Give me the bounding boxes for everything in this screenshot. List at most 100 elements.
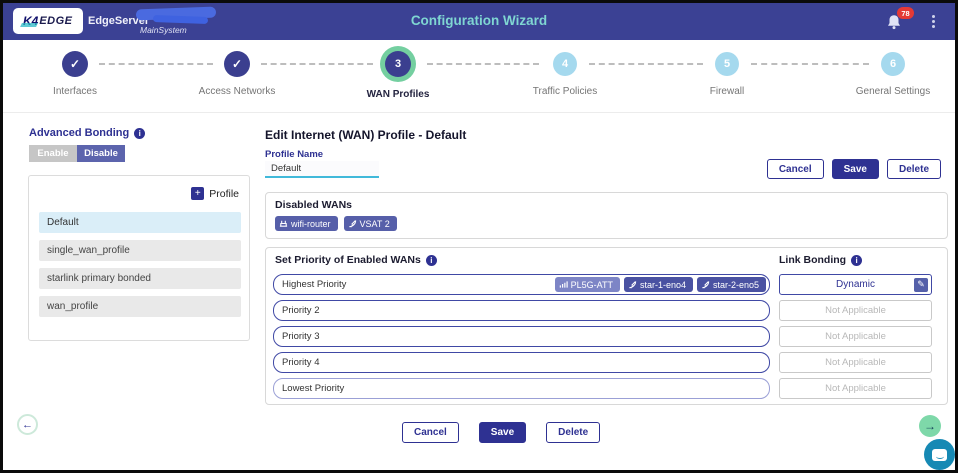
- link-bonding-value: Not Applicable: [825, 331, 886, 342]
- forward-arrow-button[interactable]: →: [919, 415, 941, 437]
- priority-row-label: Priority 2: [282, 305, 766, 316]
- save-button[interactable]: Save: [832, 159, 879, 179]
- satellite-icon: [628, 280, 637, 289]
- profile-item-starlink[interactable]: starlink primary bonded: [39, 268, 241, 289]
- chip-label: PL5G-ATT: [571, 280, 613, 290]
- chip-label: star-1-eno4: [640, 280, 686, 290]
- save-button-bottom[interactable]: Save: [479, 422, 526, 443]
- disabled-wans-section: Disabled WANs wifi-router VSAT 2: [265, 192, 948, 239]
- chat-launcher-button[interactable]: [924, 439, 955, 470]
- step-label: General Settings: [856, 86, 931, 97]
- priority-row-label: Priority 4: [282, 357, 766, 368]
- step-label: Firewall: [710, 86, 744, 97]
- wan-chip-star-1-eno4[interactable]: star-1-eno4: [624, 277, 693, 292]
- link-bonding-na-field: Not Applicable: [779, 378, 932, 399]
- link-bonding-value: Dynamic: [836, 279, 875, 290]
- step-label: WAN Profiles: [367, 89, 430, 100]
- cancel-button-bottom[interactable]: Cancel: [402, 422, 459, 443]
- link-bonding-title: Link Bonding i: [779, 254, 862, 266]
- redacted-device-name-2: [153, 15, 208, 24]
- router-icon: [279, 219, 288, 228]
- check-icon: ✓: [62, 51, 88, 77]
- k4-edge-logo[interactable]: K4 EDGE: [13, 8, 83, 34]
- header-bar: K4 EDGE EdgeServer MainSystem Configurat…: [3, 3, 955, 40]
- bottom-action-buttons: Cancel Save Delete: [402, 422, 600, 443]
- enabled-wan-chips: PL5G-ATT star-1-eno4 star-2-eno5: [555, 277, 766, 292]
- page-title: Configuration Wizard: [411, 13, 547, 28]
- step-number: 3: [385, 51, 411, 77]
- priority-row-4[interactable]: Priority 4: [273, 352, 770, 373]
- priority-row-2[interactable]: Priority 2: [273, 300, 770, 321]
- top-action-buttons: Cancel Save Delete: [767, 159, 941, 179]
- plus-icon: +: [191, 187, 204, 200]
- system-name: MainSystem: [140, 25, 187, 35]
- priority-section-title: Set Priority of Enabled WANs i: [275, 254, 437, 266]
- link-bonding-na-field: Not Applicable: [779, 352, 932, 373]
- step-connector: [589, 63, 703, 65]
- link-bonding-na-field: Not Applicable: [779, 326, 932, 347]
- enable-toggle-button[interactable]: Enable: [29, 145, 77, 162]
- wizard-stepper: ✓ Interfaces ✓ Access Networks 3 WAN Pro…: [3, 40, 955, 113]
- step-number: 4: [553, 52, 577, 76]
- step-connector: [261, 63, 373, 65]
- kebab-menu-icon[interactable]: [927, 11, 939, 31]
- disabled-wans-chips: wifi-router VSAT 2: [275, 216, 397, 231]
- priority-row-label: Priority 3: [282, 331, 766, 342]
- profile-name-input[interactable]: [265, 161, 379, 178]
- logo-edge-text: EDGE: [39, 15, 72, 27]
- chat-icon: [932, 449, 947, 461]
- priority-row-highest[interactable]: Highest Priority PL5G-ATT star-1-eno4: [273, 274, 770, 295]
- link-bonding-na-field: Not Applicable: [779, 300, 932, 321]
- priority-row-label: Highest Priority: [282, 279, 555, 290]
- step-label: Traffic Policies: [533, 86, 597, 97]
- priority-row-lowest[interactable]: Lowest Priority: [273, 378, 770, 399]
- link-bonding-dynamic-field[interactable]: Dynamic ✎: [779, 274, 932, 295]
- satellite-icon: [348, 219, 357, 228]
- forward-arrow-icon: →: [924, 419, 936, 433]
- wan-chip-vsat-2[interactable]: VSAT 2: [344, 216, 397, 231]
- chip-label: wifi-router: [291, 219, 331, 229]
- priority-title-text: Set Priority of Enabled WANs: [275, 254, 421, 266]
- info-icon[interactable]: i: [851, 255, 862, 266]
- disabled-wans-title: Disabled WANs: [275, 199, 352, 211]
- priority-row-3[interactable]: Priority 3: [273, 326, 770, 347]
- profile-item-default[interactable]: Default: [39, 212, 241, 233]
- wan-chip-pl5g-att[interactable]: PL5G-ATT: [555, 277, 620, 292]
- advanced-bonding-label: Advanced Bonding i: [29, 127, 145, 139]
- disable-toggle-button[interactable]: Disable: [77, 145, 125, 162]
- step-connector: [99, 63, 213, 65]
- notifications-button[interactable]: 78: [885, 12, 907, 34]
- cancel-button[interactable]: Cancel: [767, 159, 824, 179]
- info-icon[interactable]: i: [134, 128, 145, 139]
- info-icon[interactable]: i: [426, 255, 437, 266]
- link-bonding-value: Not Applicable: [825, 383, 886, 394]
- step-label: Interfaces: [53, 86, 97, 97]
- advanced-bonding-toggle: Enable Disable: [29, 145, 125, 162]
- profile-list-panel: + Profile Default single_wan_profile sta…: [28, 175, 250, 341]
- link-bonding-text: Link Bonding: [779, 254, 846, 266]
- profile-item-single-wan[interactable]: single_wan_profile: [39, 240, 241, 261]
- step-number: 6: [881, 52, 905, 76]
- logo-k4-text: K4: [23, 14, 38, 28]
- app-window: K4 EDGE EdgeServer MainSystem Configurat…: [0, 0, 958, 473]
- back-arrow-button[interactable]: ←: [17, 414, 38, 435]
- step-connector: [427, 63, 539, 65]
- profile-item-wan-profile[interactable]: wan_profile: [39, 296, 241, 317]
- back-arrow-icon: ←: [22, 419, 33, 431]
- add-profile-button[interactable]: + Profile: [191, 187, 239, 200]
- delete-button[interactable]: Delete: [887, 159, 941, 179]
- notification-count-badge: 78: [897, 7, 914, 19]
- profile-name-label: Profile Name: [265, 149, 323, 160]
- wan-chip-star-2-eno5[interactable]: star-2-eno5: [697, 277, 766, 292]
- step-connector: [751, 63, 869, 65]
- edit-profile-title: Edit Internet (WAN) Profile - Default: [265, 128, 466, 142]
- link-bonding-value: Not Applicable: [825, 305, 886, 316]
- wan-chip-wifi-router[interactable]: wifi-router: [275, 216, 338, 231]
- delete-button-bottom[interactable]: Delete: [546, 422, 600, 443]
- chip-label: VSAT 2: [360, 219, 390, 229]
- advanced-bonding-text: Advanced Bonding: [29, 127, 129, 139]
- edit-pencil-icon[interactable]: ✎: [914, 278, 928, 292]
- add-profile-label: Profile: [209, 188, 239, 200]
- link-bonding-value: Not Applicable: [825, 357, 886, 368]
- satellite-icon: [701, 280, 710, 289]
